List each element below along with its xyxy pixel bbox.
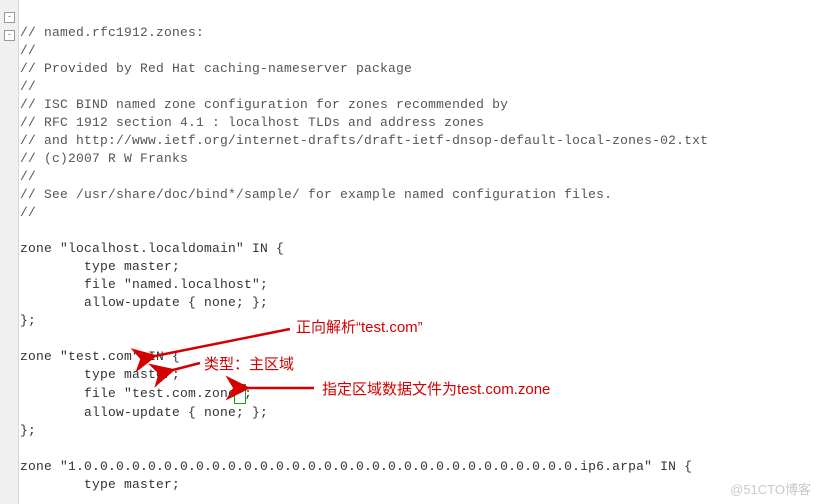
code-line: }; (20, 423, 36, 438)
code-line: type master; (20, 367, 180, 382)
code-line: type master; (20, 259, 180, 274)
code-line: // Provided by Red Hat caching-nameserve… (20, 61, 412, 76)
code-line: }; (20, 313, 36, 328)
code-line: // ISC BIND named zone configuration for… (20, 97, 508, 112)
code-line: // named.rfc1912.zones: (20, 25, 204, 40)
code-line: zone "test.com" IN { (20, 349, 180, 364)
code-line: allow-update { none; }; (20, 295, 268, 310)
code-line: // (20, 169, 36, 184)
code-line: // (20, 43, 36, 58)
fold-icon[interactable]: - (4, 30, 15, 41)
code-line: zone "localhost.localdomain" IN { (20, 241, 284, 256)
code-line: // See /usr/share/doc/bind*/sample/ for … (20, 187, 612, 202)
code-line: // (20, 205, 36, 220)
code-line: allow-update { none; }; (20, 405, 268, 420)
watermark: @51CTO博客 (730, 479, 811, 498)
code-line: file "named.localhost"; (20, 277, 268, 292)
fold-icon[interactable]: - (4, 12, 15, 23)
code-line: file "test.com.zone"; (20, 386, 252, 401)
editor-gutter: - - (0, 0, 19, 504)
code-line: type master; (20, 477, 180, 492)
code-line: // RFC 1912 section 4.1 : localhost TLDs… (20, 115, 484, 130)
code-line: // and http://www.ietf.org/internet-draf… (20, 133, 708, 148)
code-area[interactable]: // named.rfc1912.zones: // // Provided b… (20, 6, 817, 494)
code-line: // (c)2007 R W Franks (20, 151, 188, 166)
code-line: // (20, 79, 36, 94)
code-line: zone "1.0.0.0.0.0.0.0.0.0.0.0.0.0.0.0.0.… (20, 459, 692, 474)
